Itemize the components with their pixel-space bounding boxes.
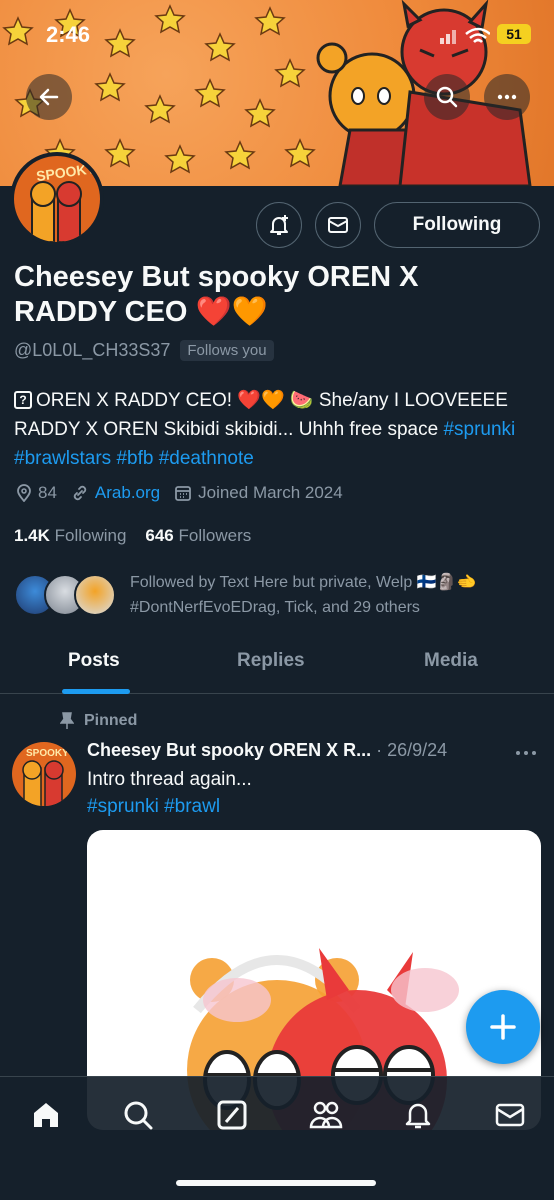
message-button[interactable] — [315, 202, 361, 248]
profile-meta: 84 Arab.org Joined March 2024 — [16, 483, 357, 503]
communities-icon — [309, 1101, 343, 1129]
link-icon — [73, 485, 87, 501]
calendar-icon — [175, 486, 192, 501]
following-button[interactable]: Following — [374, 202, 540, 248]
arrow-left-icon — [39, 88, 59, 106]
home-indicator — [176, 1180, 376, 1186]
notifications-icon — [405, 1103, 431, 1129]
signal-wifi-icon — [440, 27, 490, 44]
search-icon — [436, 86, 458, 108]
nav-home[interactable] — [26, 1095, 66, 1135]
follow-stats: 1.4K Following 646 Followers — [14, 526, 251, 546]
post-hashtags[interactable]: #sprunki #brawl — [87, 793, 252, 820]
followers-label: Followers — [178, 526, 252, 545]
bio-text: OREN X RADDY CEO! ❤️🧡 🍉 She/any I LOOVEE… — [14, 390, 508, 440]
status-bar: 2:46 51 — [0, 0, 554, 60]
post-text: Intro thread again... — [87, 769, 252, 790]
nav-grok[interactable] — [212, 1095, 252, 1135]
search-button[interactable] — [424, 74, 470, 120]
bell-plus-icon — [270, 215, 288, 235]
post-avatar-label: SPOOKY — [26, 748, 69, 759]
joined-item: Joined March 2024 — [174, 483, 343, 503]
plus-icon — [490, 1014, 516, 1040]
messages-icon — [495, 1103, 525, 1127]
post-date: · 26/9/24 — [376, 740, 448, 760]
follows-you-badge: Follows you — [180, 340, 274, 361]
nav-explore[interactable] — [118, 1095, 158, 1135]
pinned-indicator: Pinned — [60, 712, 137, 730]
bio-hashtag[interactable]: #sprunki — [443, 419, 515, 440]
post-author-avatar[interactable]: SPOOKY — [12, 742, 76, 806]
post-body: Intro thread again... #sprunki #brawl — [87, 766, 252, 820]
notify-button[interactable] — [256, 202, 302, 248]
pin-icon — [60, 712, 74, 729]
profile-tabs: Posts Replies Media — [0, 636, 554, 694]
battery-indicator: 51 — [497, 24, 531, 44]
location-item: 84 — [16, 483, 57, 503]
more-horizontal-icon — [497, 94, 517, 100]
profile-avatar[interactable]: SPOOKY — [10, 152, 104, 246]
website-link[interactable]: Arab.org — [95, 483, 160, 503]
post-more-button[interactable] — [514, 740, 538, 763]
followers-stat[interactable]: 646 Followers — [145, 526, 251, 545]
followed-by-row[interactable]: Followed by Text Here but private, Welp … — [14, 570, 544, 622]
envelope-icon — [328, 217, 348, 233]
bio-hashtag[interactable]: #bfb — [116, 448, 153, 469]
nav-notifications[interactable] — [398, 1095, 438, 1135]
location-text: 84 — [38, 483, 57, 502]
explore-icon — [124, 1101, 153, 1130]
post-header: Cheesey But spooky OREN X R... · 26/9/24 — [87, 740, 447, 761]
post-author-name[interactable]: Cheesey But spooky OREN X R... — [87, 740, 371, 760]
active-tab-indicator — [62, 689, 130, 694]
bio-hashtag[interactable]: #brawlstars — [14, 448, 111, 469]
joined-text: Joined March 2024 — [198, 483, 343, 502]
follower-avatar — [74, 574, 116, 616]
nav-messages[interactable] — [490, 1095, 530, 1135]
user-handle: @L0L0L_CH33S37 — [14, 340, 171, 360]
followers-count: 646 — [145, 526, 174, 545]
pinned-label: Pinned — [84, 712, 138, 729]
home-icon — [34, 1103, 58, 1127]
status-time: 2:46 — [46, 22, 91, 47]
tab-replies[interactable]: Replies — [237, 650, 305, 672]
question-box-icon: ? — [14, 391, 32, 409]
compose-button[interactable] — [466, 990, 540, 1064]
more-options-button[interactable] — [484, 74, 530, 120]
tab-media[interactable]: Media — [424, 650, 478, 672]
nav-communities[interactable] — [306, 1095, 346, 1135]
back-button[interactable] — [26, 74, 72, 120]
followed-by-text: Followed by Text Here but private, Welp … — [130, 574, 477, 616]
bio-hashtag[interactable]: #deathnote — [159, 448, 254, 469]
grok-icon — [217, 1100, 247, 1130]
following-label: Following — [54, 526, 127, 545]
handle-row: @L0L0L_CH33S37 Follows you — [14, 340, 274, 361]
profile-bio: ? OREN X RADDY CEO! ❤️🧡 🍉 She/any I LOOVE… — [14, 386, 542, 473]
following-count: 1.4K — [14, 526, 50, 545]
tab-posts[interactable]: Posts — [68, 650, 120, 672]
website-item[interactable]: Arab.org — [71, 483, 160, 503]
following-stat[interactable]: 1.4K Following — [14, 526, 126, 545]
display-name: Cheesey But spooky OREN X RADDY CEO ❤️🧡 — [14, 261, 419, 328]
avatar-art: SPOOKY — [22, 748, 69, 806]
location-pin-icon — [17, 484, 31, 502]
more-horizontal-icon — [516, 751, 536, 755]
